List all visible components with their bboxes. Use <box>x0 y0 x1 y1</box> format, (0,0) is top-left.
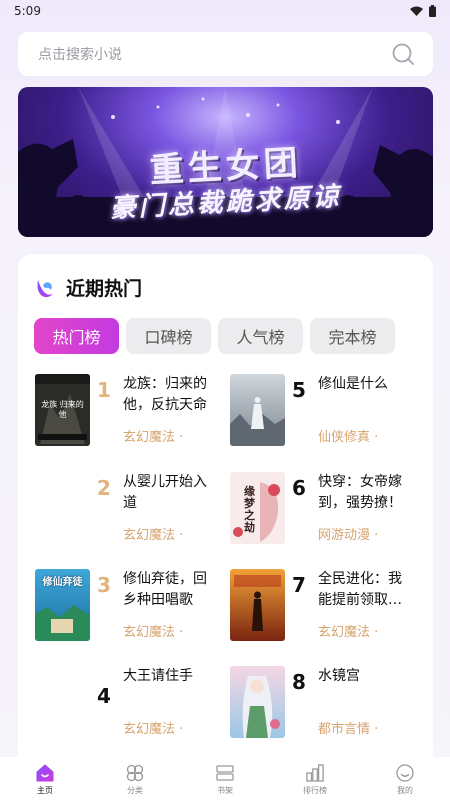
book-genre: 网游动漫 · <box>318 528 379 543</box>
section-title: 近期热门 <box>66 278 143 300</box>
promo-banner[interactable]: 重生女团 豪门总裁跪求原谅 <box>18 87 433 237</box>
book-title: 水镜宫 <box>318 668 360 684</box>
hot-list-card: 近期热门 热门榜 口碑榜 人气榜 完本榜 龙族 归来的他 1 龙族：归来的他，反… <box>18 254 433 774</box>
book-title: 快穿：女帝嫁到，强势撩！ <box>318 474 402 511</box>
book-cover <box>230 374 285 446</box>
book-cover <box>230 666 285 738</box>
cover-text: 修仙弃徒 <box>42 577 83 588</box>
battery-icon <box>429 5 436 17</box>
rank-number: 4 <box>97 684 111 708</box>
status-icons <box>410 5 436 17</box>
book-title: 大王请住手 <box>123 668 193 684</box>
tab-reputation[interactable]: 口碑榜 <box>126 318 211 354</box>
list-item[interactable]: 2 从婴儿开始入道 玄幻魔法 · <box>35 472 225 552</box>
book-title: 修仙是什么 <box>318 376 388 392</box>
search-icon[interactable] <box>391 42 415 66</box>
book-cover <box>230 569 285 641</box>
rank-number: 1 <box>97 378 111 402</box>
list-item[interactable]: 缘梦之劫 6 快穿：女帝嫁到，强势撩！ 网游动漫 · <box>230 472 420 552</box>
tab-profile[interactable]: 我的 <box>370 763 440 796</box>
book-title: 从婴儿开始入道 <box>123 474 207 511</box>
bookshelf-icon <box>216 765 234 781</box>
list-item[interactable]: 5 修仙是什么 仙侠修真 · <box>230 374 420 454</box>
search-bar[interactable]: 点击搜索小说 <box>18 32 433 76</box>
tab-hot[interactable]: 热门榜 <box>34 318 119 354</box>
book-genre: 玄幻魔法 · <box>123 722 184 737</box>
rank-number: 3 <box>97 573 111 597</box>
section-header: 近期热门 <box>34 274 142 301</box>
book-cover: 修仙弃徒 <box>35 569 90 641</box>
rank-number: 7 <box>292 573 306 597</box>
rank-number: 8 <box>292 670 306 694</box>
rank-number: 5 <box>292 378 306 402</box>
book-cover: 缘梦之劫 <box>230 472 285 544</box>
list-item[interactable]: 7 全民进化：我能提前领取奖励 玄幻魔法 · <box>230 569 420 649</box>
tab-bookshelf[interactable]: 书架 <box>190 763 260 796</box>
tab-label: 分类 <box>127 786 143 795</box>
list-item[interactable]: 龙族 归来的他 1 龙族：归来的他，反抗天命 玄幻魔法 · <box>35 374 225 454</box>
bottom-tab-bar: 主页 分类 书架 排行榜 我的 <box>0 757 450 800</box>
status-bar: 5:09 <box>0 0 450 22</box>
profile-icon <box>396 764 414 782</box>
cover-text: 龙族 归来的他 <box>41 400 84 419</box>
status-time: 5:09 <box>14 4 41 18</box>
book-genre: 都市言情 · <box>318 722 379 737</box>
list-item[interactable]: 4 大王请住手 玄幻魔法 · <box>35 666 225 746</box>
list-item[interactable]: 8 水镜宫 都市言情 · <box>230 666 420 746</box>
book-cover: 龙族 归来的他 <box>35 374 90 446</box>
tab-popularity[interactable]: 人气榜 <box>218 318 303 354</box>
tab-ranking[interactable]: 排行榜 <box>280 763 350 796</box>
tab-label: 书架 <box>217 786 233 795</box>
book-genre: 玄幻魔法 · <box>123 625 184 640</box>
home-icon <box>36 764 54 782</box>
category-icon <box>126 764 144 782</box>
tab-home[interactable]: 主页 <box>10 763 80 796</box>
tab-label: 我的 <box>397 786 413 795</box>
book-title: 全民进化：我能提前领取奖励 <box>318 571 402 608</box>
search-placeholder: 点击搜索小说 <box>38 47 122 63</box>
list-item[interactable]: 修仙弃徒 3 修仙弃徒，回乡种田唱歌 玄幻魔法 · <box>35 569 225 649</box>
wifi-icon <box>410 6 423 16</box>
tab-label: 主页 <box>37 786 53 795</box>
book-genre: 玄幻魔法 · <box>123 430 184 445</box>
ranking-tabs: 热门榜 口碑榜 人气榜 完本榜 <box>34 318 395 354</box>
fire-logo-icon <box>37 279 53 297</box>
book-genre: 玄幻魔法 · <box>123 528 184 543</box>
ranking-icon <box>306 764 324 782</box>
book-genre: 仙侠修真 · <box>318 430 379 445</box>
rank-number: 6 <box>292 476 306 500</box>
book-genre: 玄幻魔法 · <box>318 625 379 640</box>
book-title: 龙族：归来的他，反抗天命 <box>123 376 207 413</box>
cover-text: 缘梦之劫 <box>244 485 255 534</box>
rank-number: 2 <box>97 476 111 500</box>
tab-category[interactable]: 分类 <box>100 763 170 796</box>
tab-completed[interactable]: 完本榜 <box>310 318 395 354</box>
book-title: 修仙弃徒，回乡种田唱歌 <box>123 571 207 608</box>
tab-label: 排行榜 <box>303 786 327 795</box>
